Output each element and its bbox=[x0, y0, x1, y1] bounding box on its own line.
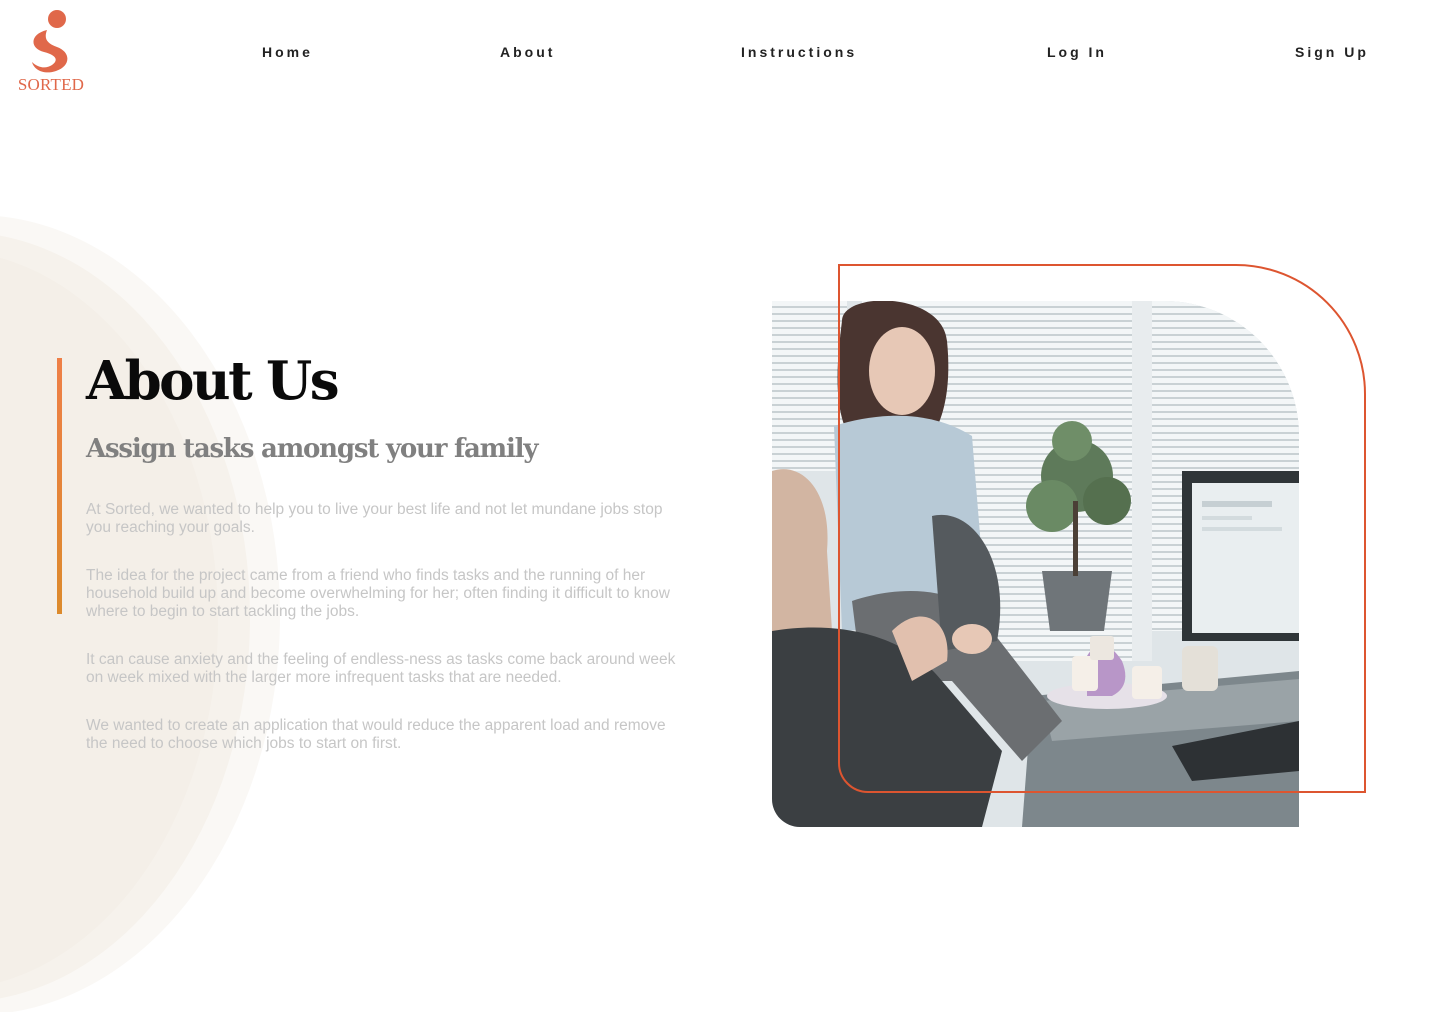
about-paragraph: It can cause anxiety and the feeling of … bbox=[86, 651, 676, 686]
about-page: SORTED Home About Instructions Log In Si… bbox=[0, 0, 1429, 1012]
logo-text: SORTED bbox=[17, 75, 85, 94]
page-subtitle: Assign tasks amongst your family bbox=[86, 434, 538, 464]
sorted-logo[interactable]: SORTED bbox=[12, 8, 90, 96]
logo-s-icon bbox=[32, 10, 68, 73]
nav-login[interactable]: Log In bbox=[1047, 44, 1107, 60]
nav-signup[interactable]: Sign Up bbox=[1295, 44, 1369, 60]
nav-instructions[interactable]: Instructions bbox=[741, 44, 857, 60]
accent-bar bbox=[57, 358, 62, 614]
about-paragraph: We wanted to create an application that … bbox=[86, 717, 666, 752]
about-paragraph: At Sorted, we wanted to help you to live… bbox=[86, 501, 663, 536]
nav-about[interactable]: About bbox=[500, 44, 555, 60]
nav-home[interactable]: Home bbox=[262, 44, 313, 60]
decorative-frame bbox=[838, 264, 1366, 793]
page-title: About Us bbox=[86, 350, 340, 412]
about-paragraph: The idea for the project came from a fri… bbox=[86, 567, 670, 620]
